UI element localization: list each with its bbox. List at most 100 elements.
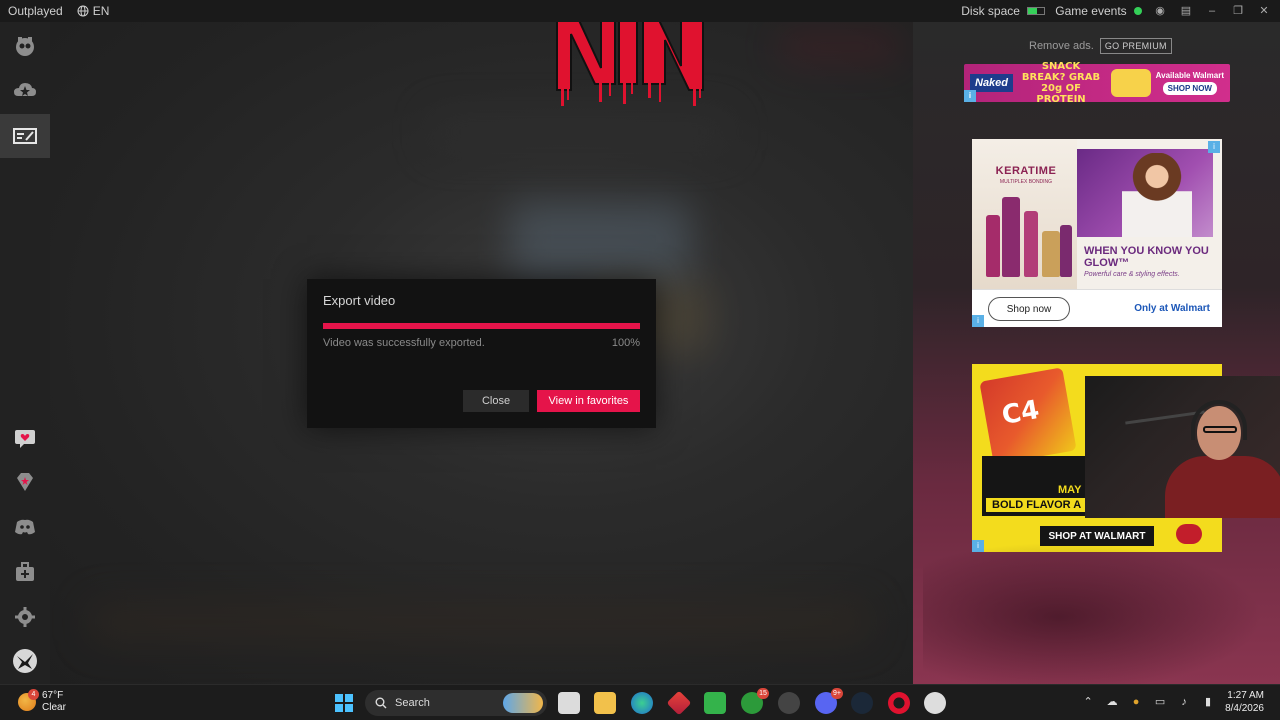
game-events-label: Game events xyxy=(1055,4,1127,18)
globe-icon xyxy=(77,5,89,17)
weather-temp: 67°F xyxy=(42,690,64,701)
ad-banner-top[interactable]: i Naked SNACK BREAK? GRAB 20g OF PROTEIN… xyxy=(964,61,1230,105)
language-label: EN xyxy=(92,4,110,18)
ad-top-brand: Naked xyxy=(970,74,1014,92)
xbox-icon[interactable]: 15 xyxy=(741,688,769,714)
ad-mid-headline: WHEN YOU KNOW YOU GLOW™ xyxy=(1084,245,1209,269)
ad-choices-icon[interactable]: i xyxy=(964,90,976,102)
chevron-up-icon[interactable]: ⌃ xyxy=(1081,695,1095,709)
discord-taskbar-icon[interactable]: 9+ xyxy=(815,688,843,714)
sidebar-item-support[interactable] xyxy=(0,550,50,594)
discord-badge: 9+ xyxy=(831,688,843,699)
ad-mid-footer: i Shop now Only at Walmart xyxy=(972,289,1222,327)
sidebar-item-editor[interactable] xyxy=(0,114,50,158)
ad-top-headline: SNACK BREAK? GRAB 20g OF PROTEIN xyxy=(1021,61,1101,105)
clock-date: 8/4/2026 xyxy=(1225,703,1264,714)
premium-gem-icon xyxy=(17,473,33,491)
ad-bot-gum-image xyxy=(1176,524,1202,544)
ad-mid-product-area: KERATIME MULTIPLEX BONDING xyxy=(972,139,1077,289)
start-button[interactable] xyxy=(333,692,355,714)
ad-bot-may: MAY xyxy=(1058,484,1082,496)
ad-mid-model xyxy=(1122,153,1192,237)
blurred-header xyxy=(430,112,730,152)
blurred-button xyxy=(780,32,900,62)
app-red-diamond-icon[interactable] xyxy=(666,690,692,716)
task-view-icon[interactable] xyxy=(558,692,580,714)
ad-bot-product: C4 xyxy=(999,395,1042,431)
medkit-icon xyxy=(16,562,34,581)
blurred-timeline xyxy=(90,602,870,642)
app-green-icon[interactable] xyxy=(704,692,726,714)
steam-icon[interactable] xyxy=(851,692,873,714)
microphone-icon[interactable]: ● xyxy=(1129,695,1143,709)
disk-space-bar xyxy=(1027,7,1046,15)
disk-space-fill xyxy=(1028,8,1038,14)
opera-icon[interactable] xyxy=(888,692,910,714)
ad-top-availability: Available Walmart xyxy=(1155,71,1224,80)
search-highlight-image xyxy=(503,693,543,713)
record-icon[interactable]: ◉ xyxy=(1152,3,1168,19)
sidebar-item-home[interactable] xyxy=(0,24,50,68)
close-button[interactable]: Close xyxy=(463,390,529,412)
sidebar-item-feedback[interactable] xyxy=(0,416,50,460)
minimize-button[interactable]: – xyxy=(1204,3,1220,19)
game-events-indicator[interactable]: Game events xyxy=(1055,4,1142,18)
app-circle-icon[interactable] xyxy=(778,692,800,714)
xbox-badge: 15 xyxy=(757,688,769,699)
maximize-button[interactable]: ❐ xyxy=(1230,3,1246,19)
sidebar-item-settings[interactable] xyxy=(0,595,50,639)
clock[interactable]: 1:27 AM 8/4/2026 xyxy=(1225,689,1264,715)
ad-choices-icon[interactable]: i xyxy=(972,315,984,327)
battery-icon[interactable]: ▮ xyxy=(1201,695,1215,709)
disk-space-label: Disk space xyxy=(961,4,1020,18)
system-tray: ⌃ ☁ ● ▭ ♪ ▮ 1:27 AM 8/4/2026 xyxy=(1081,689,1264,715)
ad-panel: Remove ads. GO PREMIUM i Naked SNACK BRE… xyxy=(913,22,1280,684)
edge-browser-icon[interactable] xyxy=(631,692,653,714)
remove-ads-text: Remove ads. xyxy=(1029,40,1094,52)
ad-top-shop-now[interactable]: SHOP NOW xyxy=(1162,82,1217,95)
ad-mid-shop-now-button[interactable]: Shop now xyxy=(988,297,1070,321)
sidebar-item-cloud[interactable] xyxy=(0,68,50,112)
weather-widget[interactable]: 4 67°F Clear xyxy=(18,689,66,714)
outplayed-taskbar-icon[interactable] xyxy=(924,692,946,714)
bottle-image xyxy=(1024,211,1038,277)
disk-space-indicator[interactable]: Disk space xyxy=(961,4,1046,18)
ad-banner-middle[interactable]: KERATIME MULTIPLEX BONDING i WHEN YOU KN… xyxy=(972,139,1222,327)
view-in-favorites-button[interactable]: View in favorites xyxy=(537,390,640,412)
export-progress-fill xyxy=(323,323,640,329)
webcam-glasses xyxy=(1203,426,1237,433)
user-avatar[interactable] xyxy=(0,639,50,683)
search-label: Search xyxy=(395,697,430,709)
weather-desc: Clear xyxy=(42,702,66,713)
webcam-person-shirt xyxy=(1165,456,1280,518)
discord-icon xyxy=(15,519,35,535)
export-video-dialog: Export video Video was successfully expo… xyxy=(307,279,656,428)
avatar-icon xyxy=(13,649,37,673)
home-icon xyxy=(16,37,34,56)
nin-logo xyxy=(556,15,704,106)
close-window-button[interactable]: ✕ xyxy=(1256,3,1272,19)
language-selector[interactable]: EN xyxy=(77,4,110,18)
file-explorer-icon[interactable] xyxy=(594,692,616,714)
taskbar-search[interactable]: Search xyxy=(365,690,547,716)
sidebar xyxy=(0,22,50,684)
window-layout-icon[interactable]: ▤ xyxy=(1178,3,1194,19)
volume-icon[interactable]: ♪ xyxy=(1177,695,1191,709)
go-premium-button[interactable]: GO PREMIUM xyxy=(1099,38,1172,54)
sidebar-item-premium[interactable] xyxy=(0,460,50,504)
display-icon[interactable]: ▭ xyxy=(1153,695,1167,709)
webcam-headset xyxy=(1191,400,1247,440)
editor-icon xyxy=(13,128,37,144)
dialog-title: Export video xyxy=(323,293,396,308)
background-art xyxy=(923,542,1263,684)
feedback-heart-icon xyxy=(15,430,35,448)
ad-choices-icon[interactable]: i xyxy=(1208,141,1220,153)
onedrive-icon[interactable]: ☁ xyxy=(1105,695,1119,709)
clock-time: 1:27 AM xyxy=(1227,690,1264,701)
ad-mid-brand-sub: MULTIPLEX BONDING xyxy=(999,179,1053,185)
bottle-image xyxy=(1060,225,1072,277)
remove-ads-row: Remove ads. GO PREMIUM xyxy=(1029,38,1172,54)
sidebar-item-discord[interactable] xyxy=(0,505,50,549)
bottle-image xyxy=(1042,231,1060,277)
export-progress-bar xyxy=(323,323,640,329)
